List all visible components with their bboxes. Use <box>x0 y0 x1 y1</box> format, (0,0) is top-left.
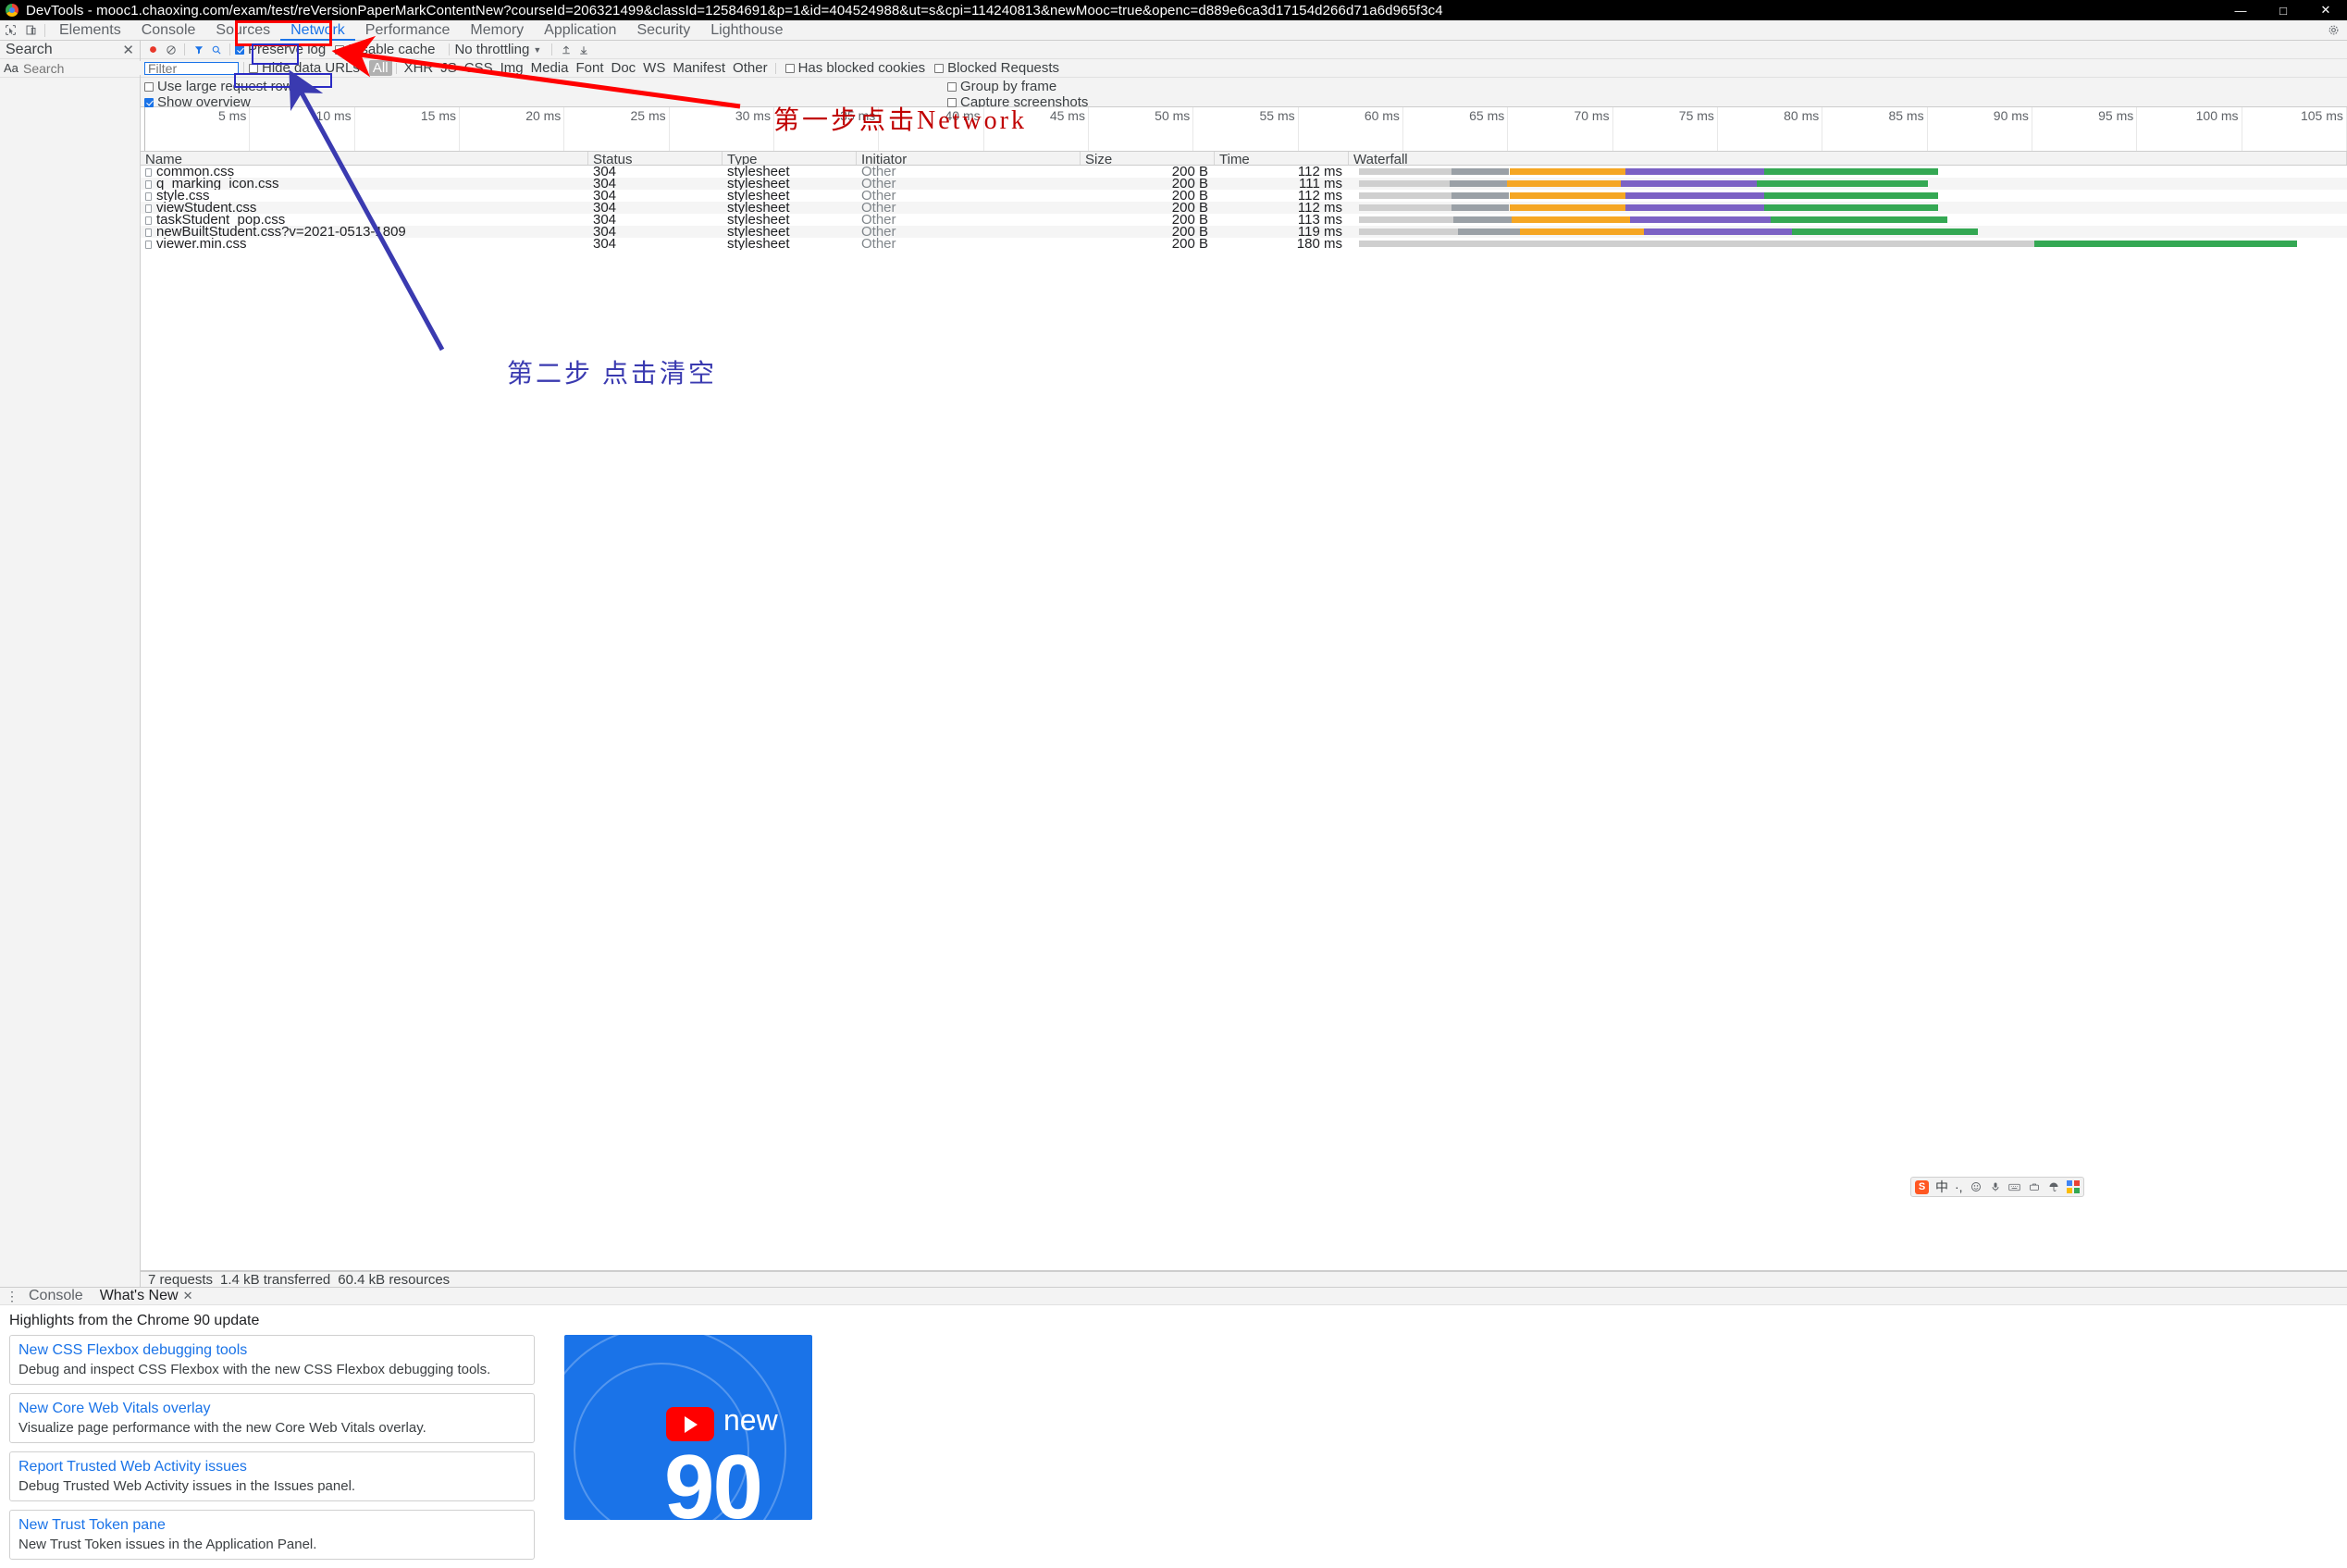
whats-new-card[interactable]: New CSS Flexbox debugging tools Debug and… <box>9 1335 535 1385</box>
drawer-tab-strip: ⋮ Console What's New ✕ <box>0 1287 2347 1305</box>
drawer-tab-console[interactable]: Console <box>20 1287 92 1305</box>
annotation-arrows <box>289 35 741 352</box>
whats-new-video[interactable]: new 90 <box>564 1335 812 1520</box>
video-version-label: 90 <box>664 1436 763 1520</box>
whats-new-card[interactable]: Report Trusted Web Activity issues Debug … <box>9 1451 535 1501</box>
whats-new-card-title[interactable]: New Trust Token pane <box>19 1517 525 1534</box>
whats-new-card-title[interactable]: New CSS Flexbox debugging tools <box>19 1342 525 1359</box>
video-new-label: new <box>723 1403 778 1437</box>
whats-new-card[interactable]: New Trust Token pane New Trust Token issu… <box>9 1510 535 1560</box>
annotation-step2-text: 第二步 点击清空 <box>507 360 718 389</box>
whats-new-body: New CSS Flexbox debugging tools Debug and… <box>0 1335 2347 1568</box>
more-vertical-icon[interactable]: ⋮ <box>4 1289 20 1304</box>
drawer-tab-label: What's New <box>99 1288 179 1303</box>
whats-new-card-title[interactable]: Report Trusted Web Activity issues <box>19 1459 525 1475</box>
drawer-tab-whats-new[interactable]: What's New ✕ <box>92 1287 202 1305</box>
whats-new-card-description: Debug and inspect CSS Flexbox with the n… <box>19 1362 491 1377</box>
devtools-drawer: ⋮ Console What's New ✕ Highlights from t… <box>0 1287 2347 1568</box>
whats-new-card-title[interactable]: New Core Web Vitals overlay <box>19 1401 525 1417</box>
whats-new-card-description: Visualize page performance with the new … <box>19 1420 426 1436</box>
whats-new-heading: Highlights from the Chrome 90 update <box>0 1305 2347 1335</box>
whats-new-card-description: Debug Trusted Web Activity issues in the… <box>19 1478 356 1494</box>
whats-new-card[interactable]: New Core Web Vitals overlay Visualize pag… <box>9 1393 535 1443</box>
close-icon[interactable]: ✕ <box>183 1289 193 1303</box>
annotation-step1-text: 第一步点击Network <box>773 106 1027 135</box>
whats-new-card-description: New Trust Token issues in the Applicatio… <box>19 1537 317 1552</box>
whats-new-card-list: New CSS Flexbox debugging tools Debug and… <box>9 1335 535 1568</box>
